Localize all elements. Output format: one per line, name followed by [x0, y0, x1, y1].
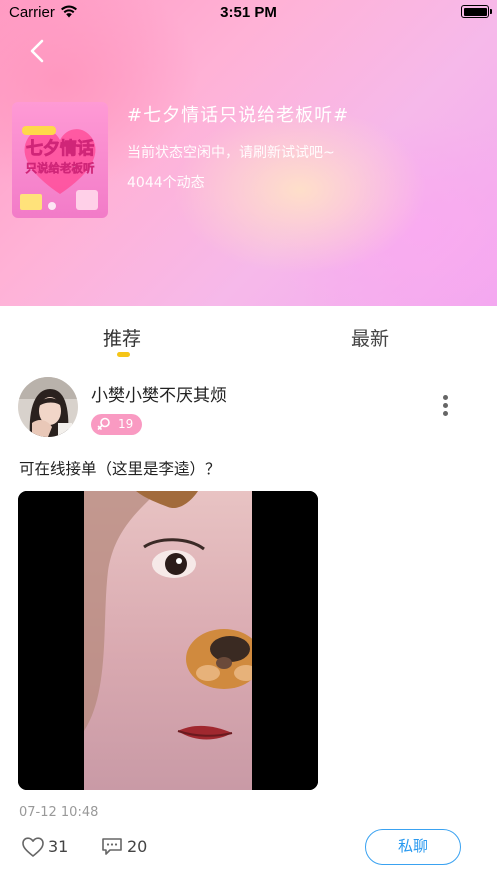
- female-icon: [97, 417, 110, 430]
- status-bar: Carrier 3:51 PM: [0, 0, 497, 26]
- comment-icon[interactable]: [101, 837, 123, 856]
- post-timestamp: 07-12 10:48: [19, 805, 99, 820]
- cover-text-line2: 只说给老板听: [26, 161, 95, 175]
- age-badge: 19: [91, 414, 142, 435]
- post-text: 可在线接单（这里是李逵）？: [19, 460, 221, 478]
- active-tab-indicator: [117, 352, 130, 357]
- age-value: 19: [118, 417, 134, 431]
- battery-icon: [461, 5, 492, 18]
- tab-recommend[interactable]: 推荐: [103, 324, 141, 351]
- chevron-left-icon[interactable]: [26, 38, 50, 64]
- username[interactable]: 小樊小樊不厌其烦: [91, 381, 227, 406]
- tab-latest[interactable]: 最新: [351, 324, 389, 351]
- cover-text-line1: 七夕情话: [26, 138, 94, 159]
- topic-header: Carrier 3:51 PM 七夕情话 只说给老板听 #七夕情话只说给老板听#…: [0, 0, 497, 306]
- more-vertical-icon[interactable]: [435, 392, 455, 424]
- like-count: 31: [48, 837, 69, 856]
- topic-status-text: 当前状态空闲中，请刷新试试吧~: [127, 145, 335, 161]
- private-chat-button[interactable]: 私聊: [365, 829, 461, 865]
- topic-title: #七夕情话只说给老板听#: [127, 105, 350, 126]
- post-photo[interactable]: [18, 491, 318, 790]
- heart-icon[interactable]: [21, 836, 45, 858]
- topic-cover-image: 七夕情话 只说给老板听: [12, 102, 108, 218]
- avatar[interactable]: [18, 377, 78, 437]
- topic-post-count: 4044个动态: [127, 175, 205, 191]
- clock: 3:51 PM: [220, 4, 277, 21]
- comment-count: 20: [127, 837, 148, 856]
- feed-tabs: 推荐 最新: [0, 306, 497, 366]
